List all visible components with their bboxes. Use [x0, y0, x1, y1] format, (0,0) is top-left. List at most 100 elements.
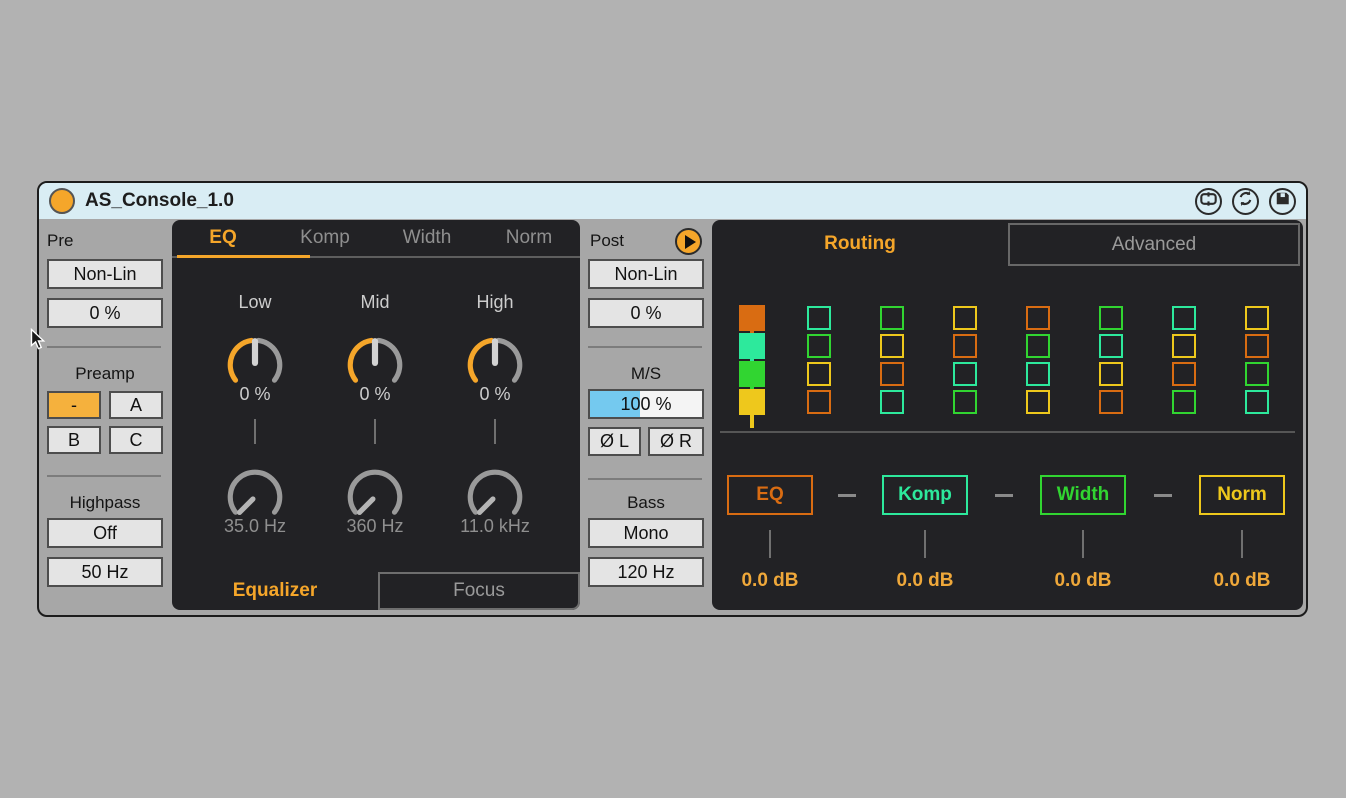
eq-tab-bar: EQ Komp Width Norm	[172, 220, 580, 258]
routing-cell-komp[interactable]	[1099, 334, 1123, 358]
preamp-button-off[interactable]: -	[47, 391, 101, 419]
routing-output-stem	[750, 414, 754, 428]
routing-cell-eq[interactable]	[1172, 362, 1196, 386]
routing-cell-active-norm[interactable]	[739, 389, 765, 415]
highpass-label: Highpass	[47, 493, 163, 513]
post-nonlin-button[interactable]: Non-Lin	[588, 259, 704, 289]
routing-cell-norm[interactable]	[880, 334, 904, 358]
ms-slider-value: 100 %	[590, 391, 702, 417]
module-gain-width[interactable]: 0.0 dB	[1023, 570, 1143, 592]
routing-panel: Routing Advanced EQ Komp Width Norm 0.0 …	[712, 220, 1303, 610]
module-box-eq[interactable]: EQ	[727, 475, 813, 515]
device-window: AS_Console_1.0	[37, 181, 1308, 617]
ms-slider[interactable]: 100 %	[588, 389, 704, 419]
module-tick	[924, 530, 926, 558]
routing-cell-komp[interactable]	[1245, 390, 1269, 414]
post-amount-field[interactable]: 0 %	[588, 298, 704, 328]
play-icon	[685, 235, 696, 249]
module-gain-norm[interactable]: 0.0 dB	[1182, 570, 1302, 592]
highpass-state-button[interactable]: Off	[47, 518, 163, 548]
routing-cell-norm[interactable]	[1026, 390, 1050, 414]
pre-nonlin-button[interactable]: Non-Lin	[47, 259, 163, 289]
ms-label: M/S	[588, 364, 704, 384]
phase-right-button[interactable]: Ø R	[648, 427, 704, 456]
post-section-label: Post	[590, 231, 624, 251]
routing-cell-eq[interactable]	[953, 334, 977, 358]
chain-connector	[995, 494, 1013, 497]
map-icon	[1197, 187, 1220, 215]
bottom-tab-focus[interactable]: Focus	[378, 572, 580, 610]
routing-cell-width[interactable]	[1245, 362, 1269, 386]
tab-width[interactable]: Width	[376, 220, 478, 256]
pre-divider	[47, 346, 161, 348]
routing-cell-width[interactable]	[1026, 334, 1050, 358]
chain-connector	[1154, 494, 1172, 497]
pre-divider-2	[47, 475, 161, 477]
routing-cell-active-eq[interactable]	[739, 305, 765, 331]
map-button[interactable]	[1195, 188, 1222, 215]
routing-cell-eq[interactable]	[807, 390, 831, 414]
routing-cell-norm[interactable]	[953, 306, 977, 330]
routing-cell-active-width[interactable]	[739, 361, 765, 387]
module-box-komp[interactable]: Komp	[882, 475, 968, 515]
routing-cell-komp[interactable]	[953, 362, 977, 386]
device-activator-button[interactable]	[49, 188, 75, 214]
module-tick	[1241, 530, 1243, 558]
band-mid-tick	[374, 419, 376, 444]
module-box-norm[interactable]: Norm	[1199, 475, 1285, 515]
routing-cell-width[interactable]	[953, 390, 977, 414]
bass-mode-button[interactable]: Mono	[588, 518, 704, 548]
tab-komp[interactable]: Komp	[274, 220, 376, 256]
band-mid-label: Mid	[360, 292, 389, 314]
routing-cell-eq[interactable]	[1245, 334, 1269, 358]
routing-cell-komp[interactable]	[1026, 362, 1050, 386]
module-gain-eq[interactable]: 0.0 dB	[710, 570, 830, 592]
routing-cell-komp[interactable]	[880, 390, 904, 414]
tab-norm[interactable]: Norm	[478, 220, 580, 256]
tab-eq[interactable]: EQ	[172, 220, 274, 256]
band-low-label: Low	[238, 292, 271, 314]
routing-cell-width[interactable]	[880, 306, 904, 330]
bass-freq-field[interactable]: 120 Hz	[588, 557, 704, 587]
device-title: AS_Console_1.0	[85, 190, 234, 212]
active-tab-underline	[177, 255, 310, 258]
routing-cell-komp[interactable]	[807, 306, 831, 330]
routing-cell-norm[interactable]	[1099, 362, 1123, 386]
chain-connector	[838, 494, 856, 497]
band-mid-freq-value: 360 Hz	[346, 516, 403, 538]
preamp-button-b[interactable]: B	[47, 426, 101, 454]
routing-cell-active-komp[interactable]	[739, 333, 765, 359]
band-high-gain-value: 0 %	[479, 384, 510, 406]
band-high-freq-value: 11.0 kHz	[460, 516, 530, 538]
band-low: Low 0 % 35.0 Hz	[195, 292, 315, 538]
routing-cell-eq[interactable]	[880, 362, 904, 386]
device-body: Pre Non-Lin 0 % Preamp - A B C Highpass …	[39, 219, 1306, 615]
routing-cell-width[interactable]	[1099, 306, 1123, 330]
save-button[interactable]	[1269, 188, 1296, 215]
tab-advanced[interactable]: Advanced	[1008, 223, 1300, 266]
routing-cell-norm[interactable]	[1172, 334, 1196, 358]
band-high: High 0 % 11.0 kHz	[435, 292, 555, 538]
module-gain-komp[interactable]: 0.0 dB	[865, 570, 985, 592]
preamp-button-a[interactable]: A	[109, 391, 163, 419]
bottom-tab-equalizer[interactable]: Equalizer	[172, 580, 378, 602]
band-high-tick	[494, 419, 496, 444]
routing-cell-width[interactable]	[1172, 390, 1196, 414]
module-box-width[interactable]: Width	[1040, 475, 1126, 515]
post-play-button[interactable]	[675, 228, 702, 255]
hotswap-button[interactable]	[1232, 188, 1259, 215]
routing-cell-width[interactable]	[807, 334, 831, 358]
bass-label: Bass	[588, 493, 704, 513]
post-divider-2	[588, 478, 702, 480]
routing-cell-eq[interactable]	[1099, 390, 1123, 414]
phase-left-button[interactable]: Ø L	[588, 427, 641, 456]
routing-cell-komp[interactable]	[1172, 306, 1196, 330]
title-bar: AS_Console_1.0	[39, 183, 1306, 219]
tab-routing[interactable]: Routing	[712, 233, 1008, 255]
preamp-button-c[interactable]: C	[109, 426, 163, 454]
routing-cell-norm[interactable]	[807, 362, 831, 386]
routing-cell-eq[interactable]	[1026, 306, 1050, 330]
pre-amount-field[interactable]: 0 %	[47, 298, 163, 328]
routing-cell-norm[interactable]	[1245, 306, 1269, 330]
highpass-freq-field[interactable]: 50 Hz	[47, 557, 163, 587]
